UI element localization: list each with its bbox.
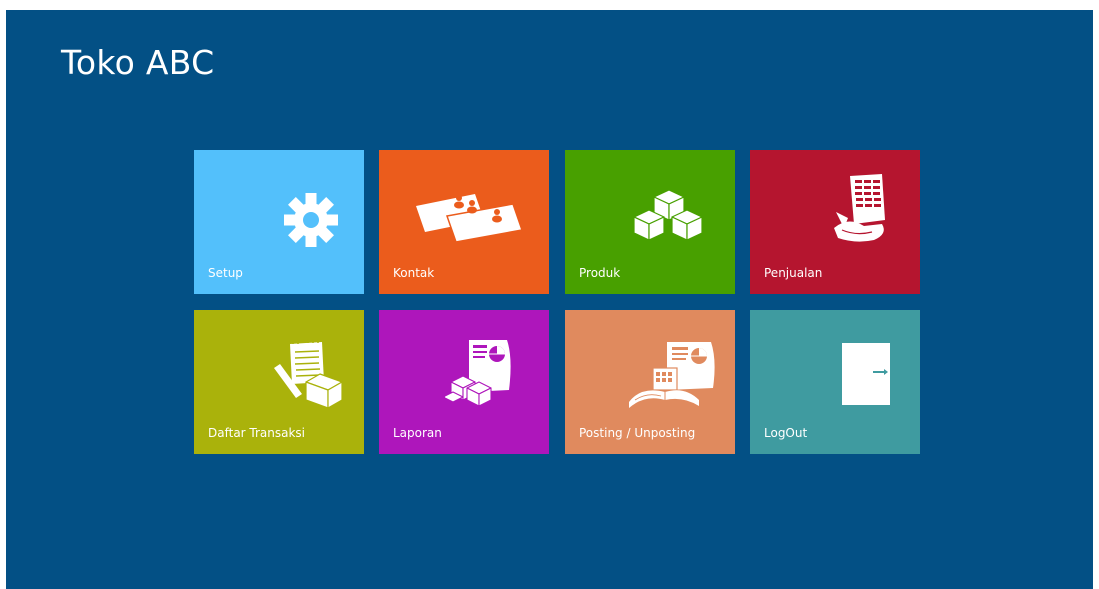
contact-cards-icon xyxy=(416,194,523,243)
tile-posting-unposting[interactable]: Posting / Unposting xyxy=(565,310,735,454)
tile-label-posting-unposting: Posting / Unposting xyxy=(579,426,696,440)
tile-label-penjualan: Penjualan xyxy=(764,266,823,280)
transaction-notepad-icon xyxy=(274,339,343,409)
app-title: Toko ABC xyxy=(61,43,215,82)
boxes-icon xyxy=(633,189,703,241)
tile-setup[interactable]: Setup xyxy=(194,150,364,294)
tile-produk[interactable]: Produk xyxy=(565,150,735,294)
tile-daftar-transaksi[interactable]: Daftar Transaksi xyxy=(194,310,364,454)
tile-penjualan[interactable]: Penjualan xyxy=(750,150,920,294)
sales-document-icon xyxy=(834,174,885,242)
tile-label-laporan: Laporan xyxy=(393,426,442,440)
tile-label-kontak: Kontak xyxy=(393,266,435,280)
tile-label-setup: Setup xyxy=(208,266,243,280)
posting-calculator-icon xyxy=(629,342,715,408)
tile-laporan[interactable]: Laporan xyxy=(379,310,549,454)
gear-icon xyxy=(284,193,338,247)
tile-kontak[interactable]: Kontak xyxy=(379,150,549,294)
door-exit-icon xyxy=(842,343,890,405)
report-icon xyxy=(445,340,511,407)
tile-label-daftar-transaksi: Daftar Transaksi xyxy=(208,426,306,440)
tile-label-produk: Produk xyxy=(579,266,621,280)
tile-label-logout: LogOut xyxy=(764,426,808,440)
tile-logout[interactable]: LogOut xyxy=(750,310,920,454)
app-window: Toko ABC Setup Kontak Produk Penjualan D… xyxy=(6,10,1093,589)
